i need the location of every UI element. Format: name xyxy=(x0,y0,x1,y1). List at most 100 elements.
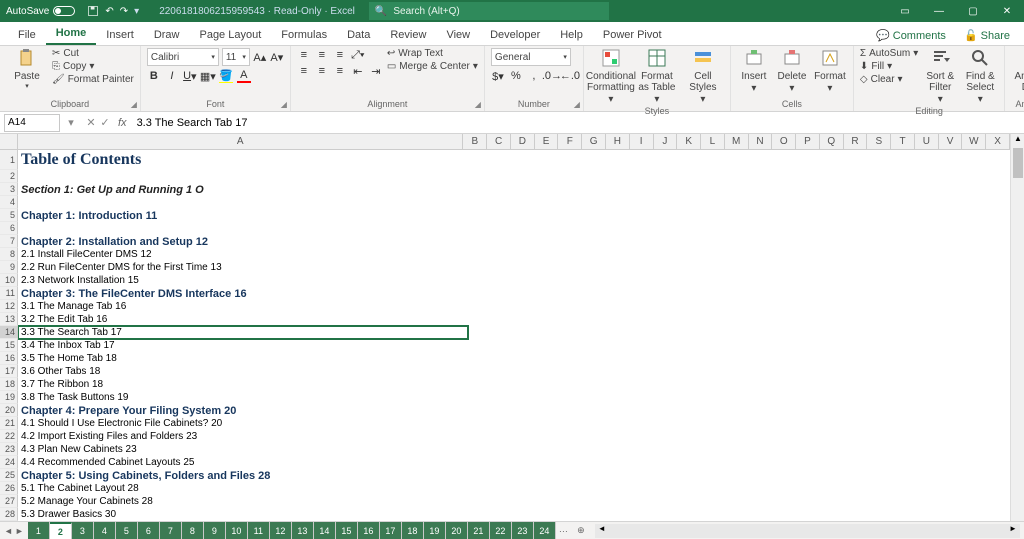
border-button[interactable]: ▦▾ xyxy=(201,69,215,83)
col-header-K[interactable]: K xyxy=(677,134,701,150)
align-top-icon[interactable]: ≡ xyxy=(297,48,311,62)
dialog-launcher-icon[interactable]: ◢ xyxy=(574,100,580,109)
sheet-tab[interactable]: 15 xyxy=(336,522,358,539)
col-header-H[interactable]: H xyxy=(606,134,630,150)
col-header-A[interactable]: A xyxy=(18,134,463,150)
insert-cells-button[interactable]: Insert▾ xyxy=(737,48,771,94)
scroll-up-icon[interactable]: ▲ xyxy=(1011,134,1024,148)
row-header[interactable]: 17 xyxy=(0,365,18,378)
row-header[interactable]: 5 xyxy=(0,209,18,222)
tab-file[interactable]: File xyxy=(8,25,46,45)
cell[interactable]: 3.2 The Edit Tab 16 xyxy=(18,313,468,326)
scroll-right-icon[interactable]: ► xyxy=(1006,524,1020,538)
cell[interactable]: 4.3 Plan New Cabinets 23 xyxy=(18,443,468,456)
col-header-R[interactable]: R xyxy=(844,134,868,150)
scroll-left-icon[interactable]: ◄ xyxy=(595,524,609,538)
cell[interactable]: Section 1: Get Up and Running 1 O xyxy=(18,183,468,196)
tab-home[interactable]: Home xyxy=(46,23,97,45)
col-header-J[interactable]: J xyxy=(654,134,678,150)
row-header[interactable]: 24 xyxy=(0,456,18,469)
tab-review[interactable]: Review xyxy=(380,25,436,45)
number-format-combo[interactable]: General▾ xyxy=(491,48,571,66)
col-header-L[interactable]: L xyxy=(701,134,725,150)
analyze-data-button[interactable]: Analyze Data xyxy=(1011,48,1024,93)
tab-developer[interactable]: Developer xyxy=(480,25,550,45)
cell[interactable] xyxy=(18,222,468,235)
cell[interactable]: 3.4 The Inbox Tab 17 xyxy=(18,339,468,352)
format-painter-button[interactable]: 🖌Format Painter xyxy=(52,74,134,85)
column-headers[interactable]: ABCDEFGHIJKLMNOPQRSTUVWX xyxy=(18,134,1010,150)
cell[interactable]: 2.2 Run FileCenter DMS for the First Tim… xyxy=(18,261,468,274)
decrease-indent-icon[interactable]: ⇤ xyxy=(351,64,365,78)
find-select-button[interactable]: Find & Select▾ xyxy=(962,48,998,105)
increase-font-icon[interactable]: A▴ xyxy=(253,50,267,64)
row-header[interactable]: 4 xyxy=(0,196,18,209)
cell[interactable]: 3.7 The Ribbon 18 xyxy=(18,378,468,391)
cell[interactable]: 4.4 Recommended Cabinet Layouts 25 xyxy=(18,456,468,469)
cancel-icon[interactable]: ✕ xyxy=(84,116,98,129)
dialog-launcher-icon[interactable]: ◢ xyxy=(281,100,287,109)
minimize-icon[interactable]: — xyxy=(922,0,956,22)
row-header[interactable]: 28 xyxy=(0,508,18,521)
sheet-tab[interactable]: 2 xyxy=(50,522,72,539)
sheet-tab[interactable]: 13 xyxy=(292,522,314,539)
sheet-tab[interactable]: 6 xyxy=(138,522,160,539)
format-as-table-button[interactable]: Format as Table▾ xyxy=(636,48,678,105)
col-header-E[interactable]: E xyxy=(535,134,559,150)
col-header-O[interactable]: O xyxy=(772,134,796,150)
sheet-tab[interactable]: 8 xyxy=(182,522,204,539)
worksheet-grid[interactable]: ABCDEFGHIJKLMNOPQRSTUVWX 123456789101112… xyxy=(0,134,1024,521)
paste-button[interactable]: Paste▾ xyxy=(6,48,48,91)
cell[interactable]: Chapter 4: Prepare Your Filing System 20 xyxy=(18,404,468,417)
cell[interactable]: 2.1 Install FileCenter DMS 12 xyxy=(18,248,468,261)
vertical-scrollbar[interactable]: ▲ xyxy=(1010,134,1024,521)
sheet-tab[interactable]: 14 xyxy=(314,522,336,539)
tab-draw[interactable]: Draw xyxy=(144,25,190,45)
sheet-tab[interactable]: 3 xyxy=(72,522,94,539)
row-header[interactable]: 12 xyxy=(0,300,18,313)
scroll-thumb[interactable] xyxy=(1013,148,1023,178)
orientation-icon[interactable]: ⤢▾ xyxy=(351,48,365,62)
row-header[interactable]: 27 xyxy=(0,495,18,508)
ribbon-display-icon[interactable]: ▭ xyxy=(888,0,922,22)
font-size-combo[interactable]: 11▾ xyxy=(222,48,250,66)
new-sheet-button[interactable]: ⊕ xyxy=(571,525,591,536)
horizontal-scrollbar[interactable]: ◄ ► xyxy=(595,524,1020,538)
dialog-launcher-icon[interactable]: ◢ xyxy=(131,100,137,109)
autosave-toggle[interactable]: AutoSave xyxy=(0,6,81,17)
row-header[interactable]: 3 xyxy=(0,183,18,196)
fill-color-button[interactable]: 🪣 xyxy=(219,69,233,83)
col-header-T[interactable]: T xyxy=(891,134,915,150)
row-header[interactable]: 8 xyxy=(0,248,18,261)
undo-icon[interactable]: ↶ xyxy=(105,6,113,17)
col-header-F[interactable]: F xyxy=(558,134,582,150)
bold-button[interactable]: B xyxy=(147,69,161,83)
name-box[interactable]: A14 xyxy=(4,114,60,132)
row-header[interactable]: 14 xyxy=(0,326,18,339)
row-header[interactable]: 22 xyxy=(0,430,18,443)
increase-decimal-icon[interactable]: .0→ xyxy=(545,69,559,83)
sheet-tab[interactable]: 5 xyxy=(116,522,138,539)
col-header-Q[interactable]: Q xyxy=(820,134,844,150)
col-header-V[interactable]: V xyxy=(939,134,963,150)
cell[interactable]: 5.1 The Cabinet Layout 28 xyxy=(18,482,468,495)
align-right-icon[interactable]: ≡ xyxy=(333,64,347,78)
conditional-formatting-button[interactable]: Conditional Formatting▾ xyxy=(590,48,632,105)
sheet-tab[interactable]: 23 xyxy=(512,522,534,539)
tab-page-layout[interactable]: Page Layout xyxy=(189,25,271,45)
cell[interactable] xyxy=(18,196,468,209)
row-header[interactable]: 10 xyxy=(0,274,18,287)
cell[interactable]: 5.2 Manage Your Cabinets 28 xyxy=(18,495,468,508)
cell[interactable]: Chapter 5: Using Cabinets, Folders and F… xyxy=(18,469,468,482)
align-center-icon[interactable]: ≡ xyxy=(315,64,329,78)
tab-insert[interactable]: Insert xyxy=(96,25,144,45)
cell[interactable]: 3.3 The Search Tab 17 xyxy=(18,326,468,339)
row-header[interactable]: 1 xyxy=(0,150,18,170)
underline-button[interactable]: U▾ xyxy=(183,69,197,83)
col-header-I[interactable]: I xyxy=(630,134,654,150)
autosum-button[interactable]: ΣAutoSum ▾ xyxy=(860,48,918,59)
tab-power-pivot[interactable]: Power Pivot xyxy=(593,25,672,45)
row-headers[interactable]: 1234567891011121314151617181920212223242… xyxy=(0,150,18,521)
cell[interactable]: Chapter 1: Introduction 11 xyxy=(18,209,468,222)
accounting-icon[interactable]: $▾ xyxy=(491,69,505,83)
